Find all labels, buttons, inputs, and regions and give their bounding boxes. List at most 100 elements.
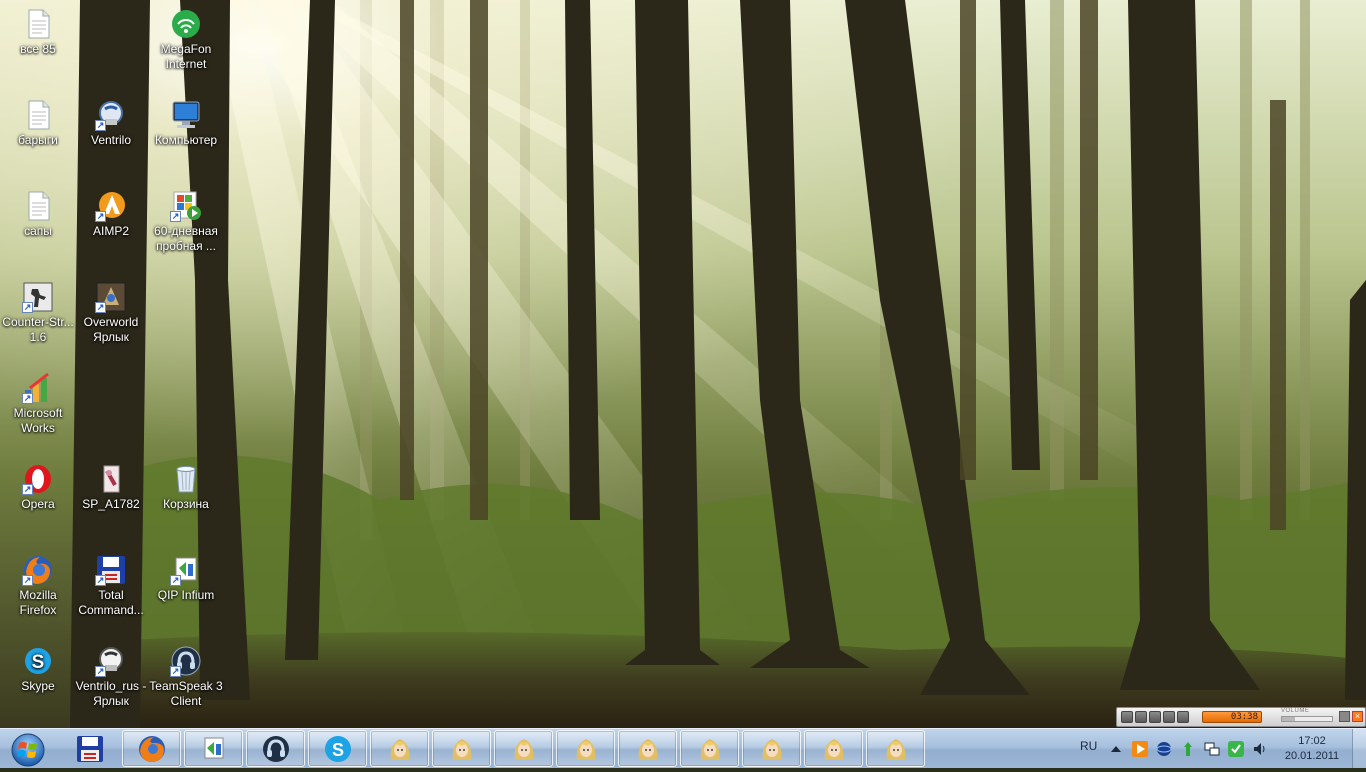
desktop-icon-barygi[interactable]: барыги bbox=[0, 99, 76, 148]
network-globe-icon[interactable] bbox=[1156, 741, 1172, 757]
desktop-icon-trial[interactable]: ↗ 60-дневная пробная ... bbox=[148, 190, 224, 254]
desktop-icon-firefox[interactable]: ↗ Mozilla Firefox bbox=[0, 554, 76, 618]
aimp-stop-button[interactable] bbox=[1149, 711, 1161, 723]
megafon-tray-icon[interactable] bbox=[1228, 741, 1244, 757]
desktop-icon-ventrilo[interactable]: ↗ Ventrilo bbox=[73, 99, 149, 148]
desktop-icon-computer[interactable]: Компьютер bbox=[148, 99, 224, 148]
aimp-volume-fill bbox=[1282, 717, 1295, 721]
qip-icon bbox=[204, 737, 223, 758]
desktop-icon-microsoft-works[interactable]: ↗ Microsoft Works bbox=[0, 372, 76, 436]
desktop-icon-ventrilo-rus[interactable]: ↗ Ventrilo_rus - Ярлык bbox=[73, 645, 149, 709]
shortcut-arrow-icon: ↗ bbox=[170, 211, 181, 222]
desktop-icon-label: все 85 bbox=[20, 42, 56, 56]
aimp-volume-slider[interactable] bbox=[1281, 716, 1333, 722]
desktop-icon-opera[interactable]: ↗ Opera bbox=[0, 463, 76, 512]
desktop-icon-label: MegaFon Internet bbox=[160, 42, 212, 71]
aimp-minimize-button[interactable] bbox=[1339, 711, 1350, 722]
shortcut-arrow-icon: ↗ bbox=[22, 575, 33, 586]
recycle-bin-icon bbox=[170, 463, 202, 495]
aimp-tray-icon[interactable] bbox=[1132, 741, 1148, 757]
desktop-icon-vse85[interactable]: все 85 bbox=[0, 8, 76, 57]
qip-icon: ↗ bbox=[170, 554, 202, 586]
svg-text:S: S bbox=[331, 740, 343, 760]
computer-icon bbox=[170, 99, 202, 131]
open-window-taskbar-button[interactable] bbox=[866, 730, 925, 767]
shortcut-arrow-icon: ↗ bbox=[22, 302, 33, 313]
desktop-icon-recycle-bin[interactable]: Корзина bbox=[148, 463, 224, 512]
open-window-taskbar-button[interactable] bbox=[370, 730, 429, 767]
start-button[interactable] bbox=[4, 731, 52, 767]
teamspeak-icon: ↗ bbox=[170, 645, 202, 677]
aimp-close-button[interactable]: × bbox=[1352, 711, 1363, 722]
desktop-icon-label: Overworld Ярлык bbox=[83, 315, 139, 344]
show-desktop-button[interactable] bbox=[1352, 729, 1366, 768]
open-window-taskbar-button[interactable] bbox=[556, 730, 615, 767]
desktop-icon-label: AIMP2 bbox=[92, 224, 129, 238]
blonde-character-portrait-icon bbox=[390, 738, 409, 760]
shortcut-arrow-icon: ↗ bbox=[170, 575, 181, 586]
open-window-taskbar-button[interactable] bbox=[432, 730, 491, 767]
desktop-icon-total-commander[interactable]: ↗ Total Command... bbox=[73, 554, 149, 618]
firefox-taskbar-button[interactable] bbox=[122, 730, 181, 767]
desktop-icon-sp-a1782[interactable]: SP_A1782 bbox=[73, 463, 149, 512]
desktop-icon-megafon[interactable]: MegaFon Internet bbox=[148, 8, 224, 72]
image-file-icon bbox=[95, 463, 127, 495]
network-connection-icon[interactable] bbox=[1204, 741, 1220, 757]
blonde-character-portrait-icon bbox=[762, 738, 781, 760]
desktop-icon-label: Counter-Str... 1.6 bbox=[2, 315, 74, 344]
show-hidden-icons-arrow-icon[interactable] bbox=[1108, 741, 1124, 757]
desktop-icon-aimp2[interactable]: ↗ AIMP2 bbox=[73, 190, 149, 239]
aimp-time-display: 03:38 bbox=[1202, 711, 1262, 723]
clock-time: 17:02 bbox=[1298, 735, 1326, 747]
microsoft-works-icon: ↗ bbox=[22, 372, 54, 404]
skype-icon: S bbox=[324, 735, 351, 762]
aimp-mini-player[interactable]: 03:38 VOLUME × bbox=[1116, 707, 1366, 727]
desktop-icon-label: Корзина bbox=[163, 497, 209, 511]
blonde-character-portrait-icon bbox=[638, 738, 657, 760]
desktop-icon-overworld[interactable]: ↗ Overworld Ярлык bbox=[73, 281, 149, 345]
aimp-next-button[interactable] bbox=[1177, 711, 1189, 723]
language-indicator[interactable]: RU bbox=[1080, 739, 1097, 753]
teamspeak-taskbar-button[interactable] bbox=[246, 730, 305, 767]
open-window-taskbar-button[interactable] bbox=[680, 730, 739, 767]
firefox-icon bbox=[138, 735, 165, 762]
desktop-icon-skype[interactable]: S Skype bbox=[0, 645, 76, 694]
desktop-icon-label: TeamSpeak 3 Client bbox=[149, 679, 223, 708]
desktop-icon-label: барыги bbox=[18, 133, 58, 147]
desktop-icon-label: Skype bbox=[21, 679, 55, 693]
aimp-previous-button[interactable] bbox=[1163, 711, 1175, 723]
desktop-icon-counter-strike[interactable]: ↗ Counter-Str... 1.6 bbox=[0, 281, 76, 345]
counter-strike-icon: ↗ bbox=[22, 281, 54, 313]
desktop-icon-label: Ventrilo_rus - Ярлык bbox=[75, 679, 147, 708]
open-window-taskbar-button[interactable] bbox=[804, 730, 863, 767]
shortcut-arrow-icon: ↗ bbox=[22, 393, 33, 404]
aimp-pause-button[interactable] bbox=[1135, 711, 1147, 723]
total-commander-taskbar-button[interactable] bbox=[60, 730, 119, 767]
system-clock[interactable]: 17:02 20.01.2011 bbox=[1284, 734, 1340, 764]
open-window-taskbar-button[interactable] bbox=[494, 730, 553, 767]
taskbar: S RU 17:02 20.01.2011 bbox=[0, 728, 1366, 768]
volume-icon[interactable] bbox=[1252, 741, 1268, 757]
text-file-icon bbox=[22, 190, 54, 222]
open-window-taskbar-button[interactable] bbox=[618, 730, 677, 767]
qip-tray-icon[interactable] bbox=[1180, 741, 1196, 757]
opera-icon: ↗ bbox=[22, 463, 54, 495]
desktop-icon-label: Microsoft Works bbox=[13, 406, 63, 435]
desktop-icon-qip[interactable]: ↗ QIP Infium bbox=[148, 554, 224, 603]
skype-taskbar-button[interactable]: S bbox=[308, 730, 367, 767]
trial-installer-icon: ↗ bbox=[170, 190, 202, 222]
desktop-icon-label: Компьютер bbox=[154, 133, 218, 147]
teamspeak-icon bbox=[262, 735, 289, 762]
blonde-character-portrait-icon bbox=[700, 738, 719, 760]
shortcut-arrow-icon: ↗ bbox=[22, 484, 33, 495]
shortcut-arrow-icon: ↗ bbox=[95, 666, 106, 677]
shortcut-arrow-icon: ↗ bbox=[95, 575, 106, 586]
shortcut-arrow-icon: ↗ bbox=[95, 211, 106, 222]
desktop-icon-teamspeak[interactable]: ↗ TeamSpeak 3 Client bbox=[148, 645, 224, 709]
open-window-taskbar-button[interactable] bbox=[742, 730, 801, 767]
firefox-icon: ↗ bbox=[22, 554, 54, 586]
desktop-icon-label: Total Command... bbox=[78, 588, 144, 617]
aimp-play-button[interactable] bbox=[1121, 711, 1133, 723]
desktop-icon-sapy[interactable]: сапы bbox=[0, 190, 76, 239]
qip-taskbar-button[interactable] bbox=[184, 730, 243, 767]
